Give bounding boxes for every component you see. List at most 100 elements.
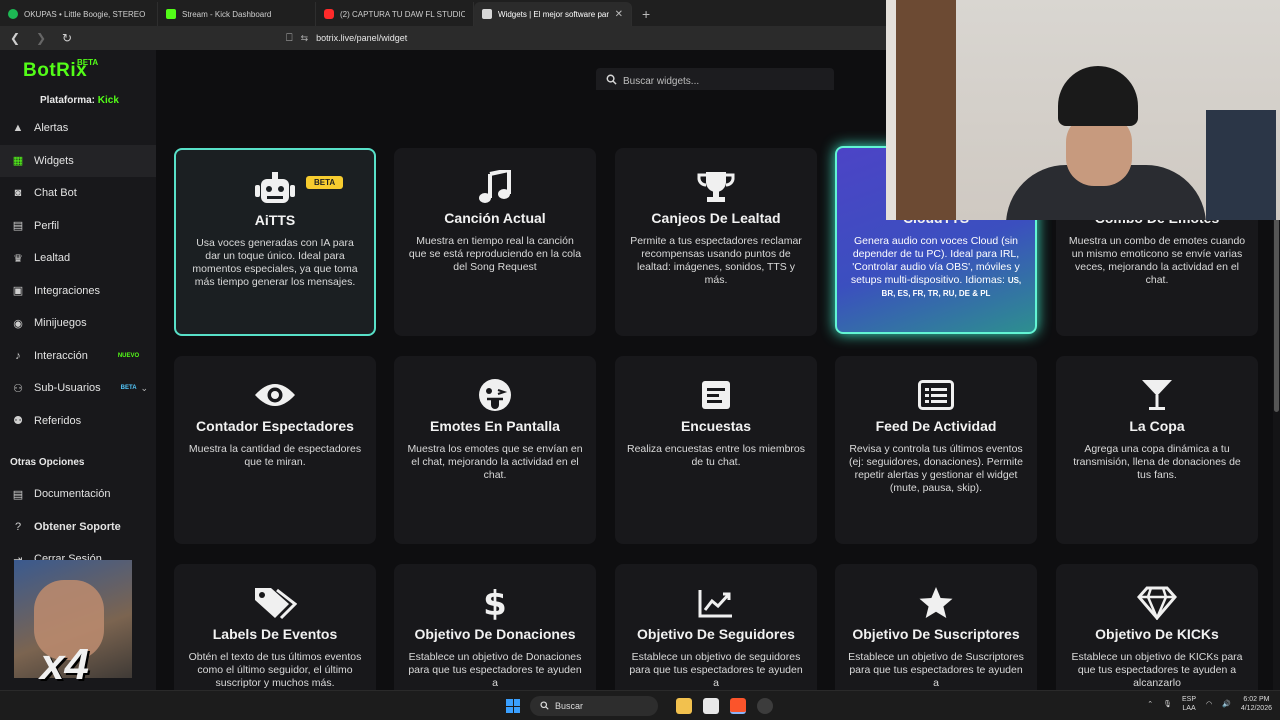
cocktail-icon [1140,378,1174,412]
speaker-icon[interactable]: 🔊 [1222,700,1231,708]
chevron-up-icon[interactable]: ⌃ [1147,700,1153,708]
forward-icon[interactable]: ❯ [34,31,48,45]
widget-description: Muestra en tiempo real la canción que se… [408,235,582,273]
brave-browser-icon[interactable] [730,698,746,714]
document-icon: ▤ [12,488,24,501]
language-code: ESP [1182,696,1197,703]
search-input[interactable] [623,75,823,87]
sidebar-item-label: Referidos [34,414,82,427]
widget-card-objetivo-kicks[interactable]: Objetivo De KICKs Establece un objetivo … [1056,564,1258,690]
widget-card-feed-actividad[interactable]: Feed De Actividad Revisa y controla tus … [835,356,1037,544]
svg-text:$: $ [483,585,507,621]
sidebar-item-interaccion[interactable]: ♪ Interacción NUEVO [0,340,156,373]
widget-card-aitts[interactable]: BETA AiTTS Usa voces generadas con IA pa… [174,148,376,336]
wifi-icon[interactable]: ◠ [1206,700,1212,708]
alert-icon: ▲ [12,122,24,135]
other-options-title: Otras Opciones [10,457,85,468]
poll-icon [701,378,731,412]
widget-title: Encuestas [680,418,752,434]
star-icon [918,586,954,620]
diamond-icon [1137,586,1177,620]
new-tab-button[interactable]: + [632,2,660,26]
new-badge: NUEVO [117,352,140,359]
widget-description: Establece un objetivo de KICKs para que … [1071,651,1243,689]
widget-description: Establece un objetivo de Suscriptores pa… [848,651,1024,689]
close-tab-icon[interactable]: ✕ [615,9,623,20]
input-language[interactable]: ESP LAA [1182,695,1196,713]
platform-indicator: Plataforma: Kick [0,92,156,112]
microphone-icon[interactable]: 🎙 [1163,700,1172,708]
chevron-down-icon[interactable]: ⌄ [140,383,148,394]
widget-title: Canjeos De Lealtad [651,210,781,226]
sidebar-item-soporte[interactable]: ? Obtener Soporte [0,511,156,544]
search-icon [540,700,549,712]
widget-card-la-copa[interactable]: La Copa Agrega una copa dinámica a tu tr… [1056,356,1258,544]
platform-value: Kick [97,95,119,106]
bookmark-icon[interactable]: ⎕ [286,32,293,45]
speed-multiplier-label: x4 [40,640,89,689]
sidebar-item-lealtad[interactable]: ♛ Lealtad [0,242,156,275]
widget-title: Feed De Actividad [875,418,997,434]
browser-tab-kick[interactable]: Stream - Kick Dashboard [158,2,316,26]
clock[interactable]: 6:02 PM 4/12/2026 [1241,695,1272,713]
widget-title: Contador Espectadores [196,418,354,434]
sidebar-item-widgets[interactable]: ▦ Widgets [0,144,156,177]
widget-title: Canción Actual [444,210,546,226]
widget-card-encuestas[interactable]: Encuestas Realiza encuestas entre los mi… [615,356,817,544]
widget-description: Muestra la cantidad de espectadores que … [188,443,362,468]
sidebar-item-label: Widgets [34,154,74,167]
trophy-icon: ♛ [13,252,23,265]
platform-label: Plataforma: [40,95,96,106]
users-icon: ⚇ [13,382,23,395]
widget-card-canjeos-lealtad[interactable]: Canjeos De Lealtad Permite a tus especta… [615,148,817,336]
widget-card-objetivo-seguidores[interactable]: Objetivo De Seguidores Establece un obje… [615,564,817,690]
puzzle-icon: ▣ [12,285,24,298]
back-icon[interactable]: ❮ [8,31,22,45]
widget-card-labels-eventos[interactable]: Labels De Eventos Obtén el texto de tus … [174,564,376,690]
gamepad-icon: ◉ [13,317,23,330]
sidebar-item-label: Integraciones [34,284,101,297]
sidebar-item-chat-bot[interactable]: ◙ Chat Bot [0,177,156,210]
widget-card-cancion-actual[interactable]: Canción Actual Muestra en tiempo real la… [394,148,596,336]
spotify-icon [8,9,18,19]
sidebar-item-sub-usuarios[interactable]: ⚇ Sub-Usuarios BETA ⌄ [0,372,156,405]
tags-icon [253,586,297,620]
widget-card-contador-espectadores[interactable]: Contador Espectadores Muestra la cantida… [174,356,376,544]
clock-date: 4/12/2026 [1240,705,1272,712]
widget-title: La Copa [1129,418,1185,434]
store-icon[interactable] [703,698,719,714]
help-icon: ? [14,520,22,533]
content-header [156,50,886,94]
browser-tab-spotify[interactable]: OKUPAS • Little Boogie, STEREO [0,2,158,26]
taskbar-search[interactable]: Buscar [530,696,658,716]
obs-icon[interactable] [757,698,773,714]
sidebar-item-minijuegos[interactable]: ◉ Minijuegos [0,307,156,340]
widget-description: Agrega una copa dinámica a tu transmisió… [1073,443,1241,481]
sidebar-item-integraciones[interactable]: ▣ Integraciones [0,275,156,308]
file-explorer-icon[interactable] [676,698,692,714]
widget-title: Objetivo De Suscriptores [852,626,1020,642]
eye-icon [254,378,296,412]
music-icon: ♪ [15,349,21,362]
botrix-logo[interactable]: BotRix BETA [0,50,156,92]
user-group-icon: ⚉ [13,415,23,428]
browser-tab-botrix[interactable]: Widgets | El mejor software para ✕ [474,2,632,26]
widget-description: Genera audio con voces Cloud (sin depend… [837,235,1035,300]
sidebar-item-referidos[interactable]: ⚉ Referidos [0,405,156,438]
widget-card-objetivo-donaciones[interactable]: $ Objetivo De Donaciones Establece un ob… [394,564,596,690]
reload-icon[interactable]: ↻ [60,31,74,45]
beta-badge: BETA [120,385,137,392]
widget-card-objetivo-suscriptores[interactable]: Objetivo De Suscriptores Establece un ob… [835,564,1037,690]
windows-start-icon[interactable] [506,699,520,713]
sidebar-item-documentacion[interactable]: ▤ Documentación [0,478,156,511]
site-settings-icon[interactable]: ⇆ [301,33,309,44]
widget-description: Realiza encuestas entre los miembros de … [627,443,805,468]
tab-title: (2) CAPTURA TU DAW FL STUDIO EN [340,9,465,19]
tab-title: Widgets | El mejor software para [498,9,609,19]
url-field[interactable]: ⎕ ⇆ botrix.live/panel/widget [286,32,407,45]
sidebar-item-perfil[interactable]: ▤ Perfil [0,210,156,243]
sidebar-item-alertas[interactable]: ▲ Alertas [0,112,156,145]
widget-card-emotes-pantalla[interactable]: Emotes En Pantalla Muestra los emotes qu… [394,356,596,544]
browser-tab-youtube[interactable]: (2) CAPTURA TU DAW FL STUDIO EN [316,2,474,26]
youtube-icon [324,9,334,19]
